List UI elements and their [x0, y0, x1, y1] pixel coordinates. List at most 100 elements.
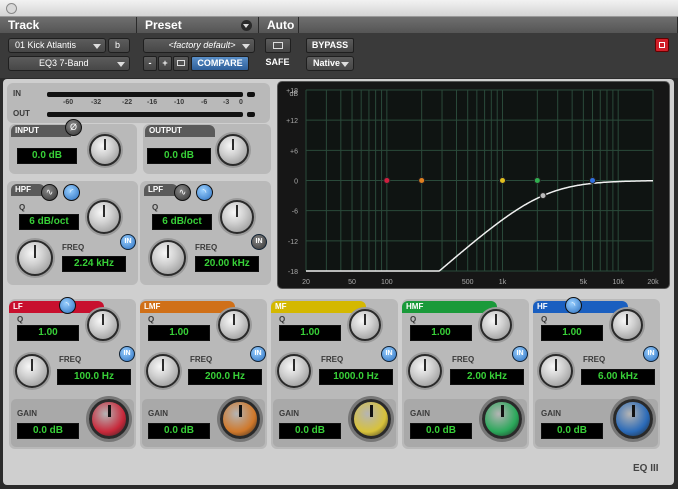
auto-settings-icon[interactable]: [265, 38, 291, 53]
band-q-display[interactable]: 1.00: [541, 325, 603, 341]
lpf-section: LPF ∿ ◝ Q 6 dB/oct FREQ IN 20.00 kHz: [140, 181, 271, 285]
graph-x-tick: 20k: [647, 279, 659, 286]
band-handle[interactable]: [589, 177, 597, 184]
band-q-knob[interactable]: [349, 309, 381, 341]
band-freq-display[interactable]: 1000.0 Hz: [319, 369, 393, 385]
hpf-in-button[interactable]: IN: [120, 234, 136, 250]
output-gain-knob[interactable]: [217, 134, 249, 166]
band-mf: MF Q 1.00 FREQ IN 1000.0 Hz GAIN 0.0 dB: [271, 299, 398, 449]
lpf-label: LPF: [144, 184, 178, 196]
band-freq-knob[interactable]: [539, 354, 573, 388]
lpf-shelf-type-icon[interactable]: ◝: [196, 184, 213, 201]
hpf-notch-type-icon[interactable]: ∿: [41, 184, 58, 201]
meter-scale-tick: -10: [174, 99, 185, 106]
graph-y-tick: +6: [290, 148, 298, 155]
hpf-q-knob[interactable]: [87, 200, 121, 234]
meter-scale-tick: -3: [223, 99, 230, 106]
band-q-display[interactable]: 1.00: [279, 325, 341, 341]
channel-select[interactable]: b: [108, 38, 130, 53]
track-chevron-down-icon: [93, 44, 101, 49]
hpf-freq-knob[interactable]: [17, 240, 53, 276]
safe-button[interactable]: SAFE: [262, 56, 293, 71]
band-q-knob[interactable]: [87, 309, 119, 341]
plugin-header: Track Preset Auto 01 Kick Atlantis b EQ3…: [0, 17, 678, 78]
band-shelf-type-icon[interactable]: ◝: [565, 297, 582, 314]
lpf-q-knob[interactable]: [220, 200, 254, 234]
graph-x-tick: 500: [462, 279, 474, 286]
graph-y-tick: -12: [288, 239, 298, 246]
band-q-knob[interactable]: [611, 309, 643, 341]
band-q-label: Q: [541, 315, 548, 324]
band-handle[interactable]: [418, 177, 426, 184]
input-gain-knob[interactable]: [89, 134, 121, 166]
band-in-button[interactable]: IN: [250, 346, 266, 362]
band-gain-display[interactable]: 0.0 dB: [279, 423, 341, 439]
band-freq-display[interactable]: 6.00 kHz: [581, 369, 655, 385]
insert-select[interactable]: EQ3 7-Band: [8, 56, 130, 71]
band-freq-display[interactable]: 200.0 Hz: [188, 369, 262, 385]
band-gain-display[interactable]: 0.0 dB: [410, 423, 472, 439]
band-shelf-type-icon[interactable]: ◝: [59, 297, 76, 314]
band-freq-knob[interactable]: [146, 354, 180, 388]
lpf-slope-display[interactable]: 6 dB/oct: [152, 214, 212, 230]
band-in-button[interactable]: IN: [119, 346, 135, 362]
band-q-knob[interactable]: [218, 309, 250, 341]
preset-copy-icon[interactable]: [173, 56, 189, 71]
lpf-freq-knob[interactable]: [150, 240, 186, 276]
band-gain-display[interactable]: 0.0 dB: [541, 423, 603, 439]
band-header-lf: LF: [9, 301, 104, 313]
band-gain-knob[interactable]: [351, 399, 391, 439]
hpf-freq-display[interactable]: 2.24 kHz: [62, 256, 126, 272]
phase-invert-icon[interactable]: Ø: [65, 119, 82, 136]
band-gain-display[interactable]: 0.0 dB: [17, 423, 79, 439]
band-freq-knob[interactable]: [15, 354, 49, 388]
band-freq-knob[interactable]: [408, 354, 442, 388]
meter-scale-tick: -6: [201, 99, 208, 106]
preset-minus-button[interactable]: -: [143, 56, 157, 71]
band-handle[interactable]: [533, 177, 541, 184]
band-q-display[interactable]: 1.00: [410, 325, 472, 341]
output-section: OUTPUT 0.0 dB: [143, 124, 271, 174]
hpf-slope-display[interactable]: 6 dB/oct: [19, 214, 79, 230]
input-section: INPUT Ø 0.0 dB: [9, 119, 137, 174]
band-q-knob[interactable]: [480, 309, 512, 341]
lpf-freq-display[interactable]: 20.00 kHz: [195, 256, 259, 272]
clip-indicator-icon[interactable]: [655, 38, 669, 52]
native-select[interactable]: Native: [306, 56, 354, 71]
band-lf: LF Q 1.00 FREQ IN 100.0 Hz GAIN 0.0 dB: [9, 299, 136, 449]
band-in-button[interactable]: IN: [512, 346, 528, 362]
input-gain-display[interactable]: 0.0 dB: [17, 148, 77, 164]
lpf-in-button[interactable]: IN: [251, 234, 267, 250]
output-gain-display[interactable]: 0.0 dB: [147, 148, 211, 164]
compare-button[interactable]: COMPARE: [191, 56, 249, 71]
preset-select[interactable]: <factory default>: [143, 38, 255, 53]
band-handle[interactable]: [499, 177, 507, 184]
band-gain-knob[interactable]: [89, 399, 129, 439]
band-q-display[interactable]: 1.00: [17, 325, 79, 341]
band-freq-display[interactable]: 100.0 Hz: [57, 369, 131, 385]
band-in-button[interactable]: IN: [643, 346, 659, 362]
out-clip-led[interactable]: [247, 112, 255, 117]
close-window-icon[interactable]: [6, 3, 17, 14]
band-gain-knob[interactable]: [613, 399, 653, 439]
lpf-notch-type-icon[interactable]: ∿: [174, 184, 191, 201]
hpf-handle[interactable]: [539, 192, 547, 200]
in-clip-led[interactable]: [247, 92, 255, 97]
hpf-shelf-type-icon[interactable]: ◜: [63, 184, 80, 201]
eq-curve-display[interactable]: +18 +12 +6 0 -6 -12 -18 dB 20 50 100 500 1k 5k 10k 20k: [277, 81, 670, 289]
bypass-button[interactable]: BYPASS: [306, 38, 354, 53]
band-gain-knob[interactable]: [220, 399, 260, 439]
band-q-display[interactable]: 1.00: [148, 325, 210, 341]
band-gain-knob[interactable]: [482, 399, 522, 439]
band-freq-display[interactable]: 2.00 kHz: [450, 369, 524, 385]
band-gain-display[interactable]: 0.0 dB: [148, 423, 210, 439]
window-titlebar[interactable]: [0, 0, 678, 17]
preset-plus-button[interactable]: +: [158, 56, 172, 71]
graph-x-tick: 5k: [580, 279, 588, 286]
band-freq-knob[interactable]: [277, 354, 311, 388]
band-handle[interactable]: [383, 177, 391, 184]
lpf-q-label: Q: [152, 203, 159, 212]
track-select[interactable]: 01 Kick Atlantis: [8, 38, 106, 53]
band-in-button[interactable]: IN: [381, 346, 397, 362]
preset-menu-icon[interactable]: [241, 20, 252, 31]
